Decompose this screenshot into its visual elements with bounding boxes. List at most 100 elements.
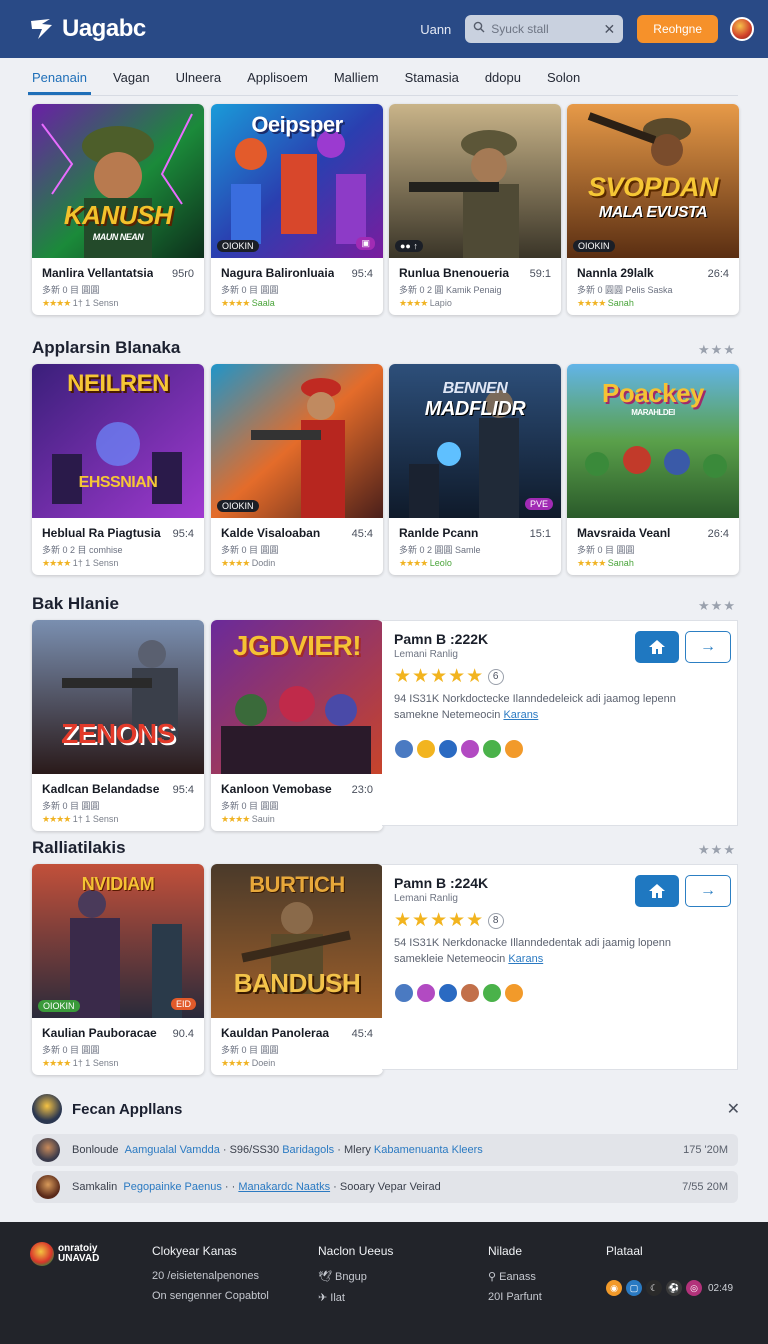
detail-link[interactable]: Karans xyxy=(503,709,538,721)
star-rating-icon: ★★★★ xyxy=(42,298,71,308)
app-card[interactable]: ZENONS Kadlcan Belandadse 95:4 多新 0 目 圓圓 … xyxy=(32,620,204,831)
feed-link[interactable]: Pegopainke Paenus xyxy=(123,1181,221,1193)
feed-link[interactable]: Kabamenuanta xyxy=(374,1144,449,1156)
tab-ulneera[interactable]: Ulneera xyxy=(172,70,226,95)
app-card[interactable]: NEILREN EHSSNIAN Heblual Ra Piagtusia 95:… xyxy=(32,364,204,575)
app-name: Kalde Visaloaban xyxy=(221,526,321,540)
avatar[interactable] xyxy=(438,983,458,1003)
avatar[interactable] xyxy=(504,739,524,759)
list-item[interactable]: Bonloude Aamgualal Vamdda · S96/SS30 Bar… xyxy=(32,1134,738,1166)
avatar[interactable] xyxy=(416,739,436,759)
feed-link[interactable]: Aamgualal Vamdda xyxy=(125,1144,220,1156)
tab-vagan[interactable]: Vagan xyxy=(109,70,154,95)
feed-text: · · xyxy=(224,1181,236,1193)
app-card[interactable]: Poackey MARAHLDEI Mavsraida Veanl 26:4 多新… xyxy=(567,364,739,575)
home-button[interactable] xyxy=(635,631,679,663)
app-thumbnail[interactable]: BURTICH BANDUSH xyxy=(211,864,383,1018)
app-name: Mavsraida Veanl xyxy=(577,526,671,540)
next-arrow-button[interactable]: → xyxy=(685,875,731,907)
more-options-icon[interactable]: ★★★ xyxy=(698,342,736,358)
moon-icon[interactable]: ☾ xyxy=(646,1280,662,1296)
app-thumbnail[interactable]: NVIDIAM OIOKIN EID xyxy=(32,864,204,1018)
home-icon xyxy=(649,884,665,898)
thumbnail-subtitle: BANDUSH xyxy=(233,968,361,998)
thumbnail-subtitle: MALA EVUSTA xyxy=(598,204,708,221)
app-thumbnail[interactable]: Poackey MARAHLDEI xyxy=(567,364,739,518)
next-arrow-button[interactable]: → xyxy=(685,631,731,663)
footer-link[interactable]: On sengenner Copabtol xyxy=(152,1290,269,1302)
footer-link[interactable]: Eanass xyxy=(499,1271,536,1283)
app-card[interactable]: NVIDIAM OIOKIN EID Kaulian Pauboracae 90.… xyxy=(32,864,204,1075)
user-name-link[interactable]: Uann xyxy=(420,22,451,37)
more-options-icon[interactable]: ★★★ xyxy=(698,598,736,614)
instagram-icon[interactable]: ◎ xyxy=(686,1280,702,1296)
app-thumbnail[interactable]: Oeipsper OIOKIN ▣ xyxy=(211,104,383,258)
search-input[interactable] xyxy=(491,22,592,36)
app-thumbnail[interactable]: ●● ↑ xyxy=(389,104,561,258)
app-card[interactable]: ●● ↑ Runlua Bnenoueria 59:1 多新 0 2 圓 Kami… xyxy=(389,104,561,315)
search-box[interactable]: ✕ xyxy=(465,15,624,43)
app-thumbnail[interactable]: ZENONS xyxy=(32,620,204,774)
footer-link[interactable]: 20 /eisietenalpenones xyxy=(152,1270,269,1282)
footer-logo[interactable]: onratoiy UNAVAD xyxy=(30,1242,99,1266)
app-meta: 多新 0 2 圓圓 Samle xyxy=(399,545,481,555)
app-thumbnail[interactable]: OIOKIN xyxy=(211,364,383,518)
bird-icon: ✈ xyxy=(318,1292,328,1304)
avatar[interactable] xyxy=(482,739,502,759)
user-avatar[interactable] xyxy=(730,17,754,41)
tab-solon[interactable]: Solon xyxy=(543,70,584,95)
rss-icon[interactable]: ◉ xyxy=(606,1280,622,1296)
app-card[interactable]: BURTICH BANDUSH Kauldan Panoleraa 45:4 多新… xyxy=(211,864,383,1075)
app-meta: 多新 0 圓圓 Pelis Saska xyxy=(577,285,673,295)
avatar[interactable] xyxy=(460,739,480,759)
thumbnail-badge: OIOKIN xyxy=(217,500,259,512)
avatar[interactable] xyxy=(438,739,458,759)
app-card[interactable]: SVOPDAN MALA EVUSTA OIOKIN Nannla 29lalk… xyxy=(567,104,739,315)
feed-link[interactable]: Manakardc Naatks xyxy=(238,1181,330,1193)
more-options-icon[interactable]: ★★★ xyxy=(698,842,736,858)
tab-applisoem[interactable]: Applisoem xyxy=(243,70,312,95)
app-thumbnail[interactable]: NEILREN EHSSNIAN xyxy=(32,364,204,518)
feed-text: · Sooary Vepar Veirad xyxy=(333,1181,441,1193)
footer-link[interactable]: Ilat xyxy=(330,1292,345,1304)
square-icon[interactable]: ▢ xyxy=(626,1280,642,1296)
feed-link[interactable]: Kleers xyxy=(452,1144,483,1156)
list-item[interactable]: Samkalin Pegopainke Paenus · · Manakardc… xyxy=(32,1171,738,1203)
avatar[interactable] xyxy=(504,983,524,1003)
tab-malliem[interactable]: Malliem xyxy=(330,70,383,95)
brand-logo[interactable]: Uagabc xyxy=(28,15,146,43)
footer-link[interactable]: Bngup xyxy=(335,1271,367,1283)
tab-ddopu[interactable]: ddopu xyxy=(481,70,525,95)
avatar[interactable] xyxy=(394,983,414,1003)
thumbnail-title: BENNEN xyxy=(442,380,508,397)
app-name: Heblual Ra Piagtusia xyxy=(42,526,161,540)
clear-search-icon[interactable]: ✕ xyxy=(604,21,616,38)
app-card[interactable]: KANUSH MAUN NEAN Manlira Vellantatsia 95r… xyxy=(32,104,204,315)
avatar[interactable] xyxy=(394,739,414,759)
feed-text: · S96/SS30 xyxy=(222,1144,280,1156)
tab-penanain[interactable]: Penanain xyxy=(28,70,91,95)
app-name: Nagura Balironluaia xyxy=(221,266,335,280)
home-button[interactable] xyxy=(635,875,679,907)
feed-link[interactable]: Baridagols xyxy=(282,1144,334,1156)
app-card[interactable]: JGDVIER! Kanloon Vemobase 23:0 多新 0 目 圓圓 … xyxy=(211,620,383,831)
detail-link[interactable]: Karans xyxy=(508,953,543,965)
app-card[interactable]: OIOKIN Kalde Visaloaban 45:4 多新 0 目 圓圓 ★★… xyxy=(211,364,383,575)
close-icon[interactable]: ✕ xyxy=(727,1099,740,1119)
rating-text: 1† 1 Sensn xyxy=(72,814,119,824)
app-thumbnail[interactable]: BENNEN MADFLIDR PVE xyxy=(389,364,561,518)
app-card[interactable]: Oeipsper OIOKIN ▣ Nagura Balironluaia 95:… xyxy=(211,104,383,315)
avatar[interactable] xyxy=(460,983,480,1003)
avatar[interactable] xyxy=(482,983,502,1003)
app-thumbnail[interactable]: JGDVIER! xyxy=(211,620,383,774)
ball-icon[interactable]: ⚽ xyxy=(666,1280,682,1296)
tab-stamasia[interactable]: Stamasia xyxy=(401,70,463,95)
signin-button[interactable]: Reohgne xyxy=(637,15,718,43)
rating-text: Dodin xyxy=(251,558,276,568)
thumbnail-badge: OIOKIN xyxy=(217,240,259,252)
app-thumbnail[interactable]: SVOPDAN MALA EVUSTA OIOKIN xyxy=(567,104,739,258)
footer-link[interactable]: 20I Parfunt xyxy=(488,1291,542,1303)
avatar[interactable] xyxy=(416,983,436,1003)
app-card[interactable]: BENNEN MADFLIDR PVE Ranlde Pcann 15:1 多新 … xyxy=(389,364,561,575)
app-thumbnail[interactable]: KANUSH MAUN NEAN xyxy=(32,104,204,258)
